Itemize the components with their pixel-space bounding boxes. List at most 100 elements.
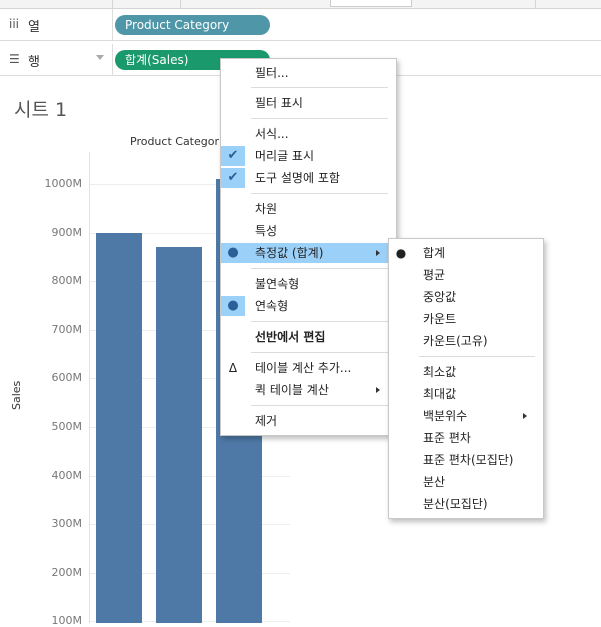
y-tick-label: 800M xyxy=(51,274,83,288)
context-menu-item-label: 도구 설명에 포함 xyxy=(255,171,340,185)
context-menu-item-label: 제거 xyxy=(255,414,278,428)
radio-dot-icon: ● xyxy=(221,243,245,263)
rows-shelf-label: ☰ 행 xyxy=(0,44,113,75)
y-tick-label: 500M xyxy=(51,420,83,433)
y-tick-label: 1000M xyxy=(44,177,83,190)
y-tick-label: 600M xyxy=(51,371,83,385)
context-menu-item[interactable]: 퀵 테이블 계산 xyxy=(221,380,396,400)
y-axis-label: Sales xyxy=(10,380,23,410)
context-menu-item-label: 머리글 표시 xyxy=(255,149,315,163)
submenu-item-label: 표준 편차 xyxy=(423,431,471,445)
context-menu-item-label: 필터 표시 xyxy=(255,96,303,110)
submenu-item[interactable]: 백분위수 xyxy=(389,406,543,426)
context-menu-item[interactable]: Δ 테이블 계산 추가... xyxy=(221,358,396,378)
submenu-item[interactable]: 최소값 xyxy=(389,362,543,382)
submenu-item-label: 표준 편차(모집단) xyxy=(423,453,514,467)
submenu-item-label: 중앙값 xyxy=(423,290,457,304)
submenu-item-label: 최대값 xyxy=(423,387,457,401)
toolbar-field[interactable] xyxy=(330,0,412,7)
context-menu-item[interactable]: 필터 표시 xyxy=(221,93,396,113)
columns-shelf[interactable]: iii 열 xyxy=(0,9,601,41)
context-menu-item[interactable]: 선반에서 편집 xyxy=(221,327,396,347)
submenu-item[interactable]: 분산(모집단) xyxy=(389,494,543,514)
y-tick-label: 300M xyxy=(51,517,83,531)
radio-dot-icon: ● xyxy=(395,246,407,260)
y-tick-label: 100M xyxy=(51,614,83,627)
menu-separator xyxy=(251,405,388,406)
chevron-down-icon[interactable] xyxy=(96,55,104,60)
context-menu-item[interactable]: 차원 xyxy=(221,199,396,219)
submenu-item[interactable]: 표준 편차 xyxy=(389,428,543,448)
columns-label: 열 xyxy=(28,20,40,35)
y-tick-label: 700M xyxy=(51,322,83,336)
context-menu-item-label: 서식... xyxy=(255,127,289,141)
context-menu-item-label: 선반에서 편집 xyxy=(255,330,326,344)
submenu-item[interactable]: ● 합계 xyxy=(389,243,543,263)
context-menu-item-label: 연속형 xyxy=(255,299,289,313)
delta-icon: Δ xyxy=(228,361,238,375)
context-menu-item[interactable]: 특성 xyxy=(221,221,396,241)
chart-column-header: Product Categor xyxy=(130,135,219,148)
rows-icon: ☰ xyxy=(9,52,20,66)
rows-label: 행 xyxy=(28,55,40,70)
columns-icon: iii xyxy=(9,17,20,31)
context-menu-item[interactable]: 필터... xyxy=(221,63,396,83)
toolbar-strip xyxy=(0,0,601,9)
y-tick-label: 400M xyxy=(51,468,83,482)
radio-dot-icon: ● xyxy=(221,296,245,316)
columns-shelf-label: iii 열 xyxy=(0,9,113,40)
context-menu-item[interactable]: 불연속형 xyxy=(221,274,396,294)
y-tick-label: 200M xyxy=(51,565,83,579)
context-menu-item[interactable]: ● 측정값 (합계) xyxy=(221,243,396,263)
submenu-item[interactable]: 최대값 xyxy=(389,384,543,404)
context-menu-item-label: 테이블 계산 추가... xyxy=(255,361,352,375)
context-menu-item[interactable]: ✔ 도구 설명에 포함 xyxy=(221,168,396,188)
menu-separator xyxy=(251,321,388,322)
toolbar-divider xyxy=(112,0,113,8)
menu-separator xyxy=(251,118,388,119)
submenu-item[interactable]: 중앙값 xyxy=(389,287,543,307)
submenu-arrow-icon xyxy=(523,413,527,419)
context-menu-item-label: 퀵 테이블 계산 xyxy=(255,383,329,397)
submenu-item-label: 최소값 xyxy=(423,365,457,379)
product-category-pill[interactable]: Product Category xyxy=(115,15,270,35)
context-menu-item[interactable]: ● 연속형 xyxy=(221,296,396,316)
menu-separator xyxy=(251,268,388,269)
submenu-item-label: 평균 xyxy=(423,268,446,282)
context-menu-item-label: 필터... xyxy=(255,66,289,80)
submenu-item[interactable]: 카운트(고유) xyxy=(389,331,543,351)
context-menu-item-label: 특성 xyxy=(255,224,278,238)
sheet-title: 시트 1 xyxy=(14,99,68,121)
y-axis-line xyxy=(89,152,90,623)
context-menu-item[interactable]: 제거 xyxy=(221,411,396,431)
context-menu-item[interactable]: ✔ 머리글 표시 xyxy=(221,146,396,166)
submenu-item-label: 분산(모집단) xyxy=(423,497,488,511)
submenu-item-label: 백분위수 xyxy=(423,409,468,423)
submenu-item-label: 카운트(고유) xyxy=(423,334,488,348)
bar-mark[interactable] xyxy=(156,247,202,623)
submenu-item-label: 카운트 xyxy=(423,312,457,326)
submenu-item[interactable]: 평균 xyxy=(389,265,543,285)
submenu-item[interactable]: 표준 편차(모집단) xyxy=(389,450,543,470)
bar-mark[interactable] xyxy=(96,232,142,623)
context-menu-item-label: 차원 xyxy=(255,202,278,216)
y-tick-label: 900M xyxy=(51,225,83,239)
submenu-item-label: 분산 xyxy=(423,475,446,489)
submenu-arrow-icon xyxy=(376,250,380,256)
submenu-item[interactable]: 분산 xyxy=(389,472,543,492)
context-menu-item-label: 불연속형 xyxy=(255,277,300,291)
aggregation-submenu: ● 합계평균중앙값카운트카운트(고유) 최소값최대값백분위수표준 편차표준 편차(모… xyxy=(388,238,544,519)
context-menu: 필터... 필터 표시서식... ✔ 머리글 표시 ✔ 도구 설명에 포함차원특성 ● 측정값… xyxy=(220,58,397,436)
menu-separator xyxy=(251,352,388,353)
menu-separator xyxy=(251,87,388,88)
menu-separator xyxy=(251,193,388,194)
context-menu-item[interactable]: 서식... xyxy=(221,124,396,144)
toolbar-divider xyxy=(535,0,536,8)
submenu-arrow-icon xyxy=(376,387,380,393)
checkmark-icon: ✔ xyxy=(221,146,245,166)
submenu-item-label: 합계 xyxy=(423,246,446,260)
submenu-item[interactable]: 카운트 xyxy=(389,309,543,329)
toolbar-divider xyxy=(180,0,181,8)
checkmark-icon: ✔ xyxy=(221,168,245,188)
menu-separator xyxy=(419,356,535,357)
